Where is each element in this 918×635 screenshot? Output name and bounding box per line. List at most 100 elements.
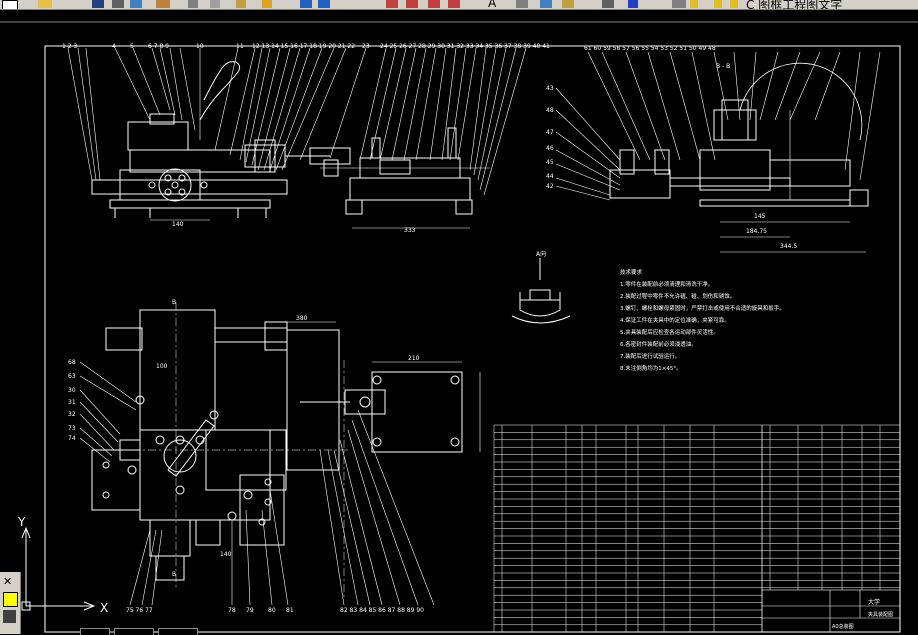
dim-145: 145 [754,213,766,220]
publish-icon[interactable] [156,0,170,8]
title-block-name: 夹具装配图 [868,611,893,618]
plot-preview-icon[interactable] [130,0,142,8]
section-mark-bottom: B [172,571,176,578]
design-center-icon[interactable] [540,0,552,8]
zoom-previous-icon[interactable] [448,0,460,8]
properties-icon[interactable] [516,0,528,8]
undo-icon[interactable] [300,0,312,8]
note-7: 7.装配后进行试验运行。 [620,352,680,360]
plan-view [91,302,481,600]
svg-text:44: 44 [546,173,554,180]
zoom-realtime-icon[interactable] [406,0,418,8]
svg-text:78: 78 [228,607,236,614]
layer-on-icon[interactable] [714,0,722,8]
svg-text:23: 23 [362,43,370,50]
note-5: 5.夹具装配后应检查各运动部件灵活性。 [620,328,719,336]
new-file-icon[interactable] [2,0,18,9]
svg-text:63: 63 [68,373,76,380]
dim-140-top: 140 [172,221,184,228]
svg-text:6 7 8 9: 6 7 8 9 [148,43,169,50]
svg-text:81: 81 [286,607,294,614]
svg-text:4: 4 [112,43,116,50]
dim-344-5: 344.5 [780,243,797,250]
dim-333: 333 [404,227,416,234]
dim-380: 380 [296,315,308,322]
title-block [761,589,901,633]
svg-text:46: 46 [546,145,554,152]
svg-text:10: 10 [196,43,204,50]
note-3: 3.螺钉、螺栓和螺母紧固时，严禁打击或使用不合适的旋具和扳手。 [620,304,785,312]
cut-icon[interactable] [188,0,198,8]
detail-view-a [511,258,571,324]
dim-184-75: 184.75 [746,228,767,235]
svg-text:74: 74 [68,435,76,442]
layer-dropdown[interactable]: C 图框工程图文字 [746,0,842,9]
section-label-bb: B - B [716,63,730,70]
pan-icon[interactable] [386,0,398,8]
front-view-middle: 24 25 26 27 28 29 30 31 32 33 34 35 36 3… [320,43,550,229]
close-icon[interactable]: ✕ [3,576,16,589]
title-block-company: 大学 [868,598,880,606]
svg-text:31: 31 [68,399,76,406]
svg-text:75 76 77: 75 76 77 [126,607,153,614]
zoom-window-icon[interactable] [428,0,440,8]
table-icon[interactable] [602,0,614,8]
svg-text:61 60 59 58 57 56 55 54 53 52: 61 60 59 58 57 56 55 54 53 52 51 50 49 4… [584,45,716,52]
dim-100: 100 [156,363,168,370]
note-6: 6.各密封件装配前必须浸透油。 [620,340,697,348]
svg-text:82 83 84 85 86 87 88 89 90: 82 83 84 85 86 87 88 89 90 [340,607,424,614]
palette-icon[interactable] [3,610,16,623]
layer-state-icon[interactable] [690,0,698,8]
svg-text:12 13 14 15 16 17 18 19 20 21: 12 13 14 15 16 17 18 19 20 21 22 [252,43,355,50]
svg-text:68: 68 [68,359,76,366]
match-properties-icon[interactable] [262,0,272,8]
technical-notes: 技术要求 1.零件在装配前必须清理和清洗干净。 2.装配过程中零件不允许磕、碰、… [620,268,785,372]
svg-text:73: 73 [68,425,76,432]
parts-list-table [493,424,901,632]
dim-140-plan: 140 [220,551,232,558]
svg-text:24 25 26 27 28 29 30 31 32 33: 24 25 26 27 28 29 30 31 32 33 34 35 36 3… [380,43,550,50]
svg-text:80: 80 [268,607,276,614]
copy-icon[interactable] [210,0,220,8]
note-8: 8.未注倒角均为1×45°。 [620,364,682,372]
section-mark-top: B [172,299,176,306]
svg-text:30: 30 [68,387,76,394]
svg-text:32: 32 [68,411,76,418]
plan-leaders [79,361,435,606]
front-view-left: 1 2 3 4 5 6 7 8 9 10 11 12 13 14 15 16 17 18… [62,43,370,221]
drawing-frame [44,45,901,633]
note-1: 1.零件在装配前必须清理和清洗干净。 [620,280,713,288]
note-2: 2.装配过程中零件不允许磕、碰、划伤和锈蚀。 [620,292,735,300]
redo-icon[interactable] [318,0,330,8]
cad-toolbar: A C 图框工程图文字 [0,0,918,10]
svg-text:47: 47 [546,129,554,136]
ucs-y-label: Y [17,515,26,529]
help-icon[interactable] [628,0,638,8]
drawing-canvas[interactable]: 1 2 345 6 7 8 9 10 11 12 13 14 15 16 17 18… [0,10,918,634]
side-toolbar: ✕ [0,572,21,634]
detail-label-a: A向 [536,250,546,258]
save-icon[interactable] [92,0,104,8]
svg-text:48: 48 [546,107,554,114]
section-view-right: 61 60 59 58 57 56 55 54 53 52 51 50 49 4… [546,45,881,253]
tool-palette-icon[interactable] [562,0,574,8]
open-folder-icon[interactable] [38,0,52,8]
svg-text:45: 45 [546,159,554,166]
svg-text:11: 11 [236,43,244,50]
print-icon[interactable] [112,0,124,8]
svg-text:43: 43 [546,85,554,92]
paste-icon[interactable] [236,0,246,8]
ucs-icon [21,526,96,611]
dim-210: 210 [408,355,420,362]
note-4: 4.保证工件在夹具中的定位准确，夹紧可靠。 [620,316,730,324]
ucs-x-label: X [100,601,108,615]
svg-text:5: 5 [130,43,134,50]
title-block-code: A0总装图 [832,623,854,630]
layer-manager-icon[interactable] [672,0,686,8]
layer-freeze-icon[interactable] [730,0,738,8]
svg-text:42: 42 [546,183,554,190]
svg-text:79: 79 [246,607,254,614]
plan-numbers: 68 63 30 31 32 73 74 75 76 77 78 79 80 81 82 83 … [68,359,424,614]
text-style-label[interactable]: A [488,0,496,9]
layer-properties-icon[interactable] [3,592,18,607]
